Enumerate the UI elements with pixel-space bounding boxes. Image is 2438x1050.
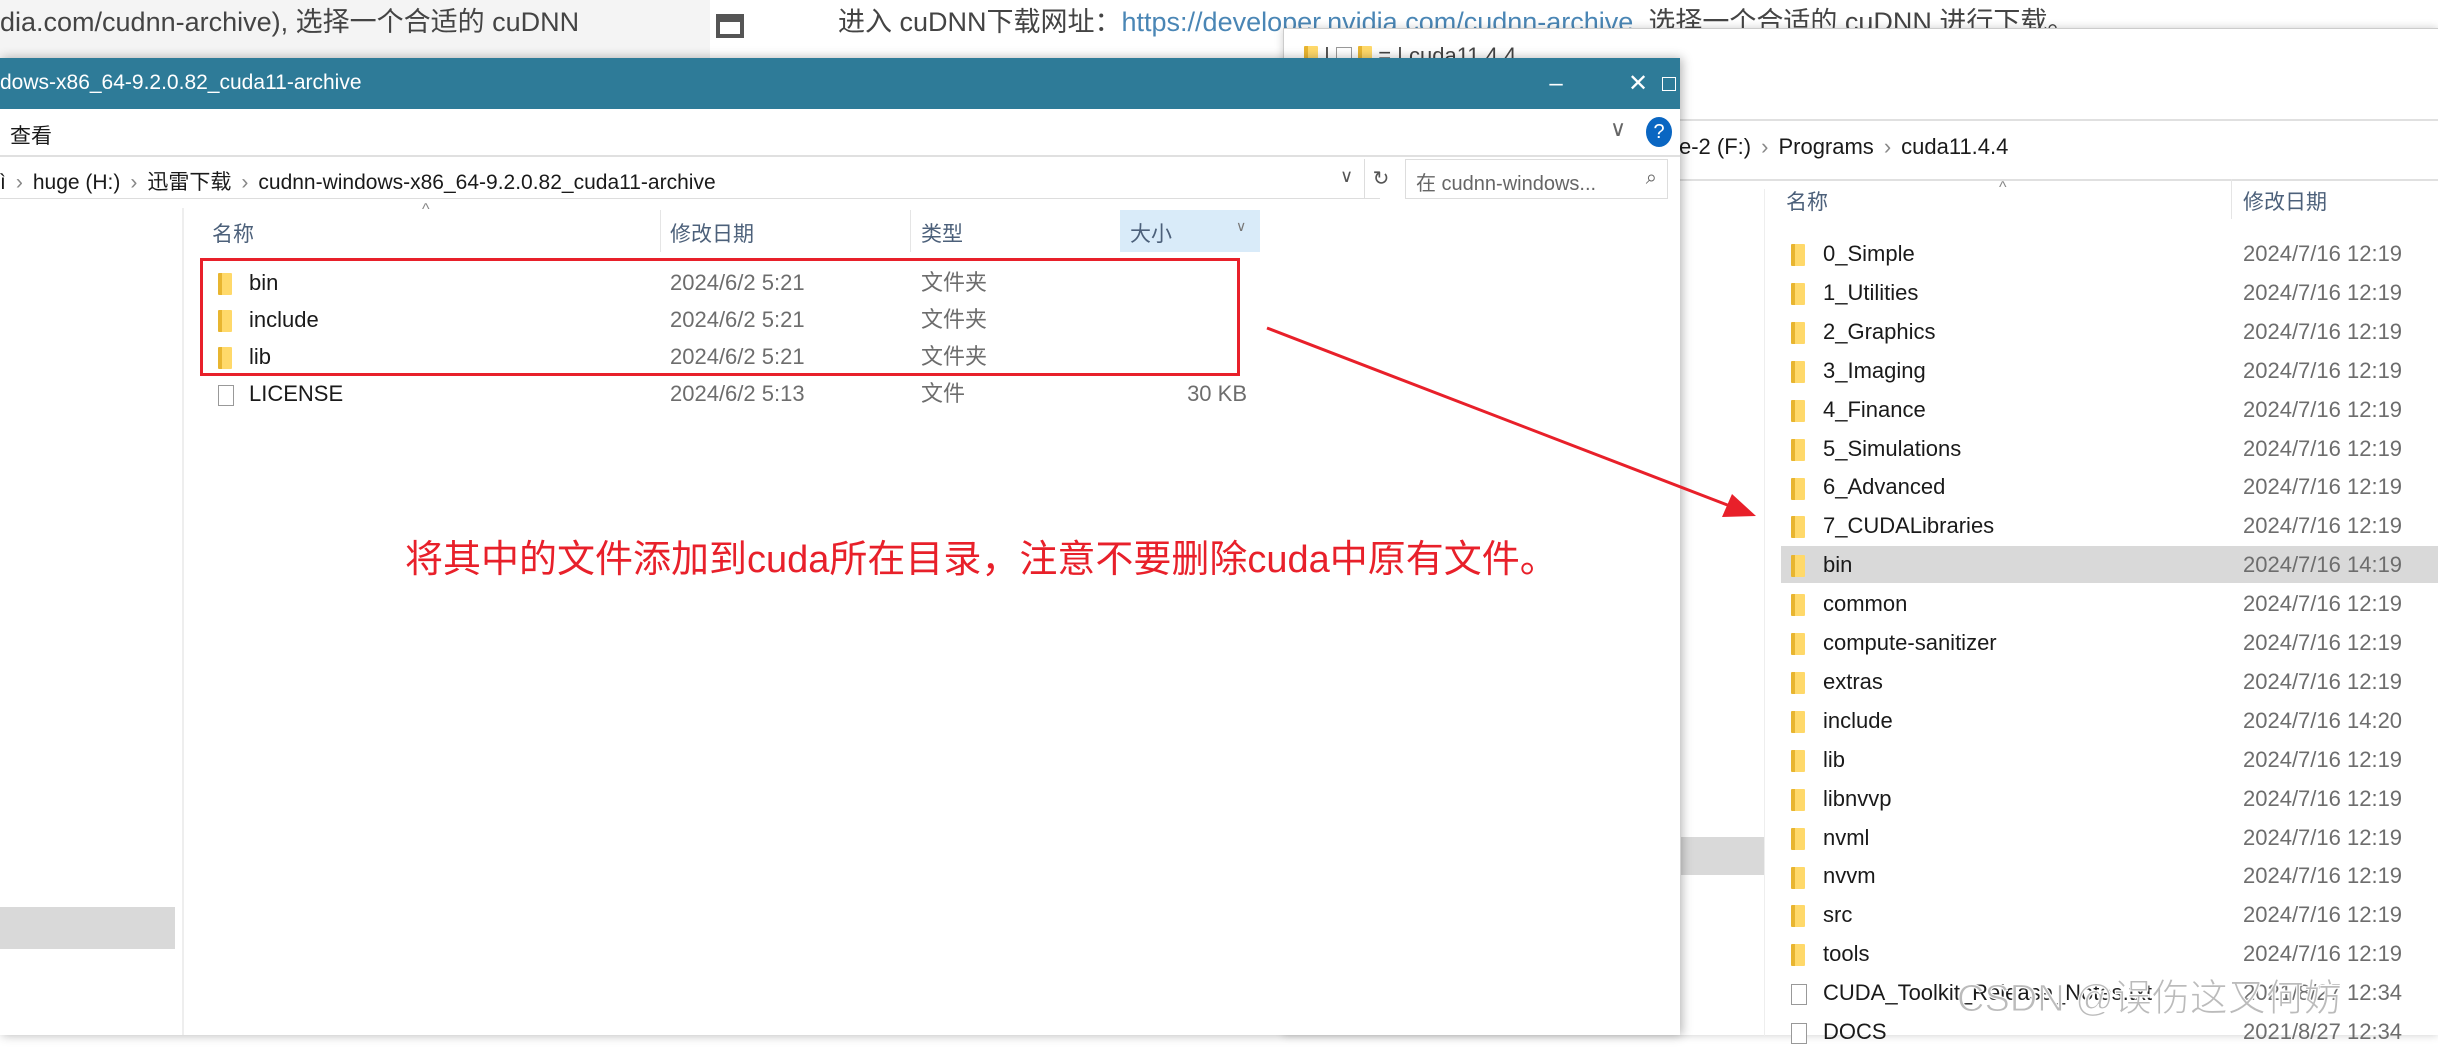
annotation-text: 将其中的文件添加到cuda所在目录，注意不要删除cuda中原有文件。 xyxy=(405,539,1558,581)
watermark: CSDN @误伤这又何妨 xyxy=(1957,978,2343,1021)
arrow-line xyxy=(1266,326,1731,508)
arrow-head xyxy=(1722,494,1756,517)
annotation-arrow xyxy=(1266,326,1756,517)
